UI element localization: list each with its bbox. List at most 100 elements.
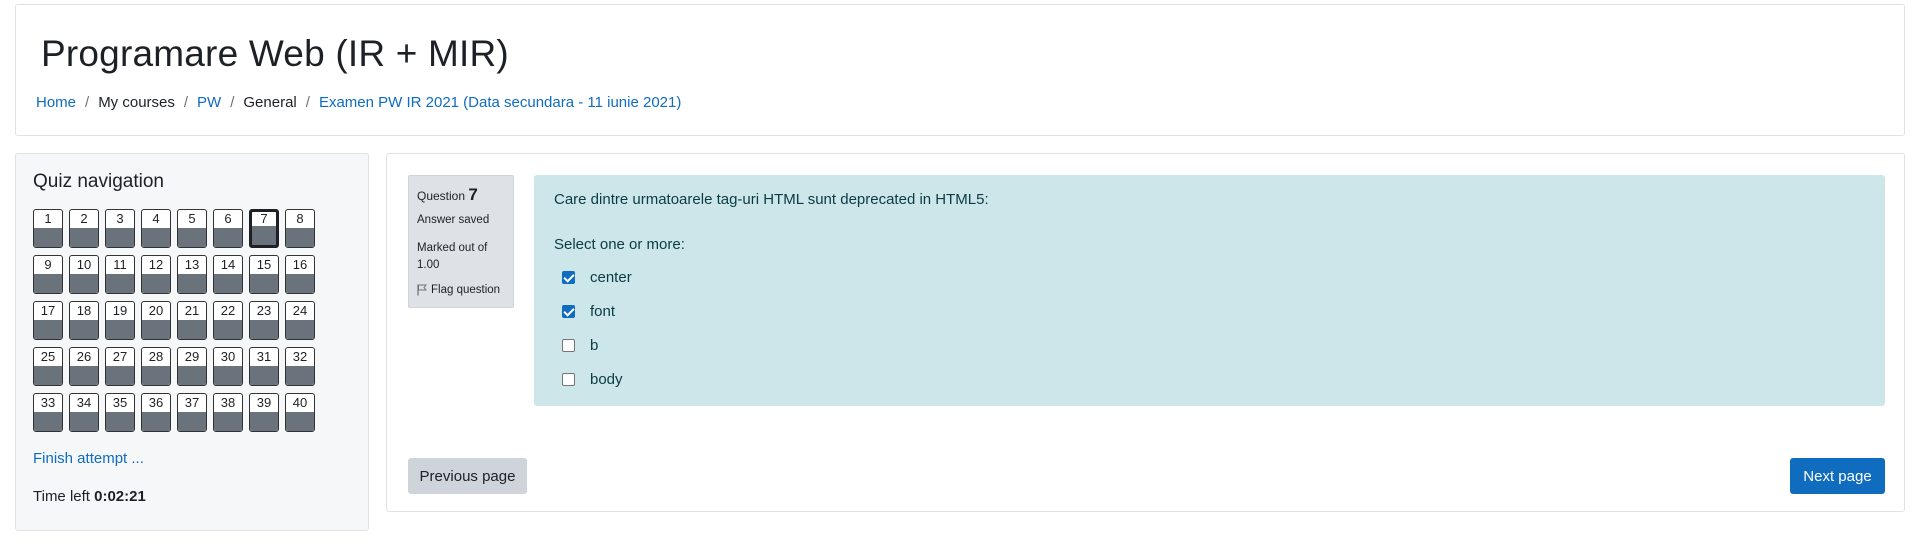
answered-indicator	[214, 412, 242, 431]
quiz-nav-number: 22	[220, 303, 236, 318]
time-left-label: Time left	[33, 488, 90, 505]
quiz-nav-button-32[interactable]: 32	[285, 347, 315, 386]
quiz-nav-number: 29	[184, 349, 200, 364]
quiz-nav-button-22[interactable]: 22	[213, 301, 243, 340]
quiz-nav-button-23[interactable]: 23	[249, 301, 279, 340]
quiz-nav-button-13[interactable]: 13	[177, 255, 207, 294]
quiz-nav-button-27[interactable]: 27	[105, 347, 135, 386]
quiz-nav-number: 15	[256, 257, 272, 272]
quiz-nav-button-10[interactable]: 10	[69, 255, 99, 294]
quiz-nav-button-4[interactable]: 4	[141, 209, 171, 248]
finish-attempt-link[interactable]: Finish attempt ...	[33, 450, 144, 467]
quiz-nav-button-39[interactable]: 39	[249, 393, 279, 432]
quiz-nav-button-16[interactable]: 16	[285, 255, 315, 294]
answer-checkbox[interactable]	[562, 304, 575, 318]
breadcrumb-separator: /	[305, 94, 310, 111]
quiz-nav-button-20[interactable]: 20	[141, 301, 171, 340]
answer-checkbox[interactable]	[562, 270, 575, 284]
quiz-nav-number: 18	[76, 303, 92, 318]
question-region: Question 7 Answer saved Marked out of 1.…	[386, 153, 1905, 512]
quiz-nav-number: 40	[292, 395, 308, 410]
answer-checkbox[interactable]	[562, 338, 575, 352]
answer-label: center	[590, 268, 632, 286]
answered-indicator	[34, 274, 62, 293]
answer-option[interactable]: b	[562, 328, 632, 362]
flag-question-button[interactable]: Flag question	[417, 284, 505, 296]
quiz-nav-button-2[interactable]: 2	[69, 209, 99, 248]
quiz-nav-button-34[interactable]: 34	[69, 393, 99, 432]
quiz-nav-button-12[interactable]: 12	[141, 255, 171, 294]
breadcrumb-home[interactable]: Home	[36, 94, 76, 111]
quiz-nav-button-18[interactable]: 18	[69, 301, 99, 340]
answered-indicator	[214, 274, 242, 293]
quiz-nav-number: 37	[184, 395, 200, 410]
quiz-nav-number: 3	[116, 211, 124, 226]
answered-indicator	[286, 228, 314, 247]
quiz-nav-button-37[interactable]: 37	[177, 393, 207, 432]
answered-indicator	[70, 412, 98, 431]
quiz-nav-number: 36	[148, 395, 164, 410]
quiz-nav-number: 13	[184, 257, 200, 272]
answered-indicator	[250, 320, 278, 339]
quiz-nav-button-14[interactable]: 14	[213, 255, 243, 294]
flag-icon	[417, 284, 427, 296]
quiz-nav-button-29[interactable]: 29	[177, 347, 207, 386]
question-number-value: 7	[468, 185, 478, 204]
answer-option[interactable]: body	[562, 362, 632, 396]
quiz-nav-button-40[interactable]: 40	[285, 393, 315, 432]
quiz-nav-button-35[interactable]: 35	[105, 393, 135, 432]
time-left-value: 0:02:21	[94, 488, 146, 505]
quiz-nav-button-11[interactable]: 11	[105, 255, 135, 294]
answered-indicator	[70, 228, 98, 247]
quiz-nav-number: 5	[188, 211, 196, 226]
quiz-nav-button-28[interactable]: 28	[141, 347, 171, 386]
quiz-nav-button-36[interactable]: 36	[141, 393, 171, 432]
breadcrumb-quiz[interactable]: Examen PW IR 2021 (Data secundara - 11 i…	[319, 94, 681, 111]
quiz-nav-number: 7	[260, 211, 268, 226]
quiz-nav-button-21[interactable]: 21	[177, 301, 207, 340]
question-state: Answer saved	[417, 214, 490, 226]
quiz-nav-button-3[interactable]: 3	[105, 209, 135, 248]
quiz-nav-number: 6	[224, 211, 232, 226]
breadcrumb-course[interactable]: PW	[197, 94, 221, 111]
quiz-nav-button-31[interactable]: 31	[249, 347, 279, 386]
next-page-button[interactable]: Next page	[1790, 458, 1885, 494]
quiz-nav-number: 24	[292, 303, 308, 318]
quiz-nav-button-25[interactable]: 25	[33, 347, 63, 386]
answered-indicator	[142, 320, 170, 339]
answered-indicator	[178, 228, 206, 247]
quiz-nav-button-17[interactable]: 17	[33, 301, 63, 340]
quiz-nav-button-19[interactable]: 19	[105, 301, 135, 340]
quiz-nav-number: 10	[76, 257, 92, 272]
quiz-nav-button-24[interactable]: 24	[285, 301, 315, 340]
quiz-nav-button-15[interactable]: 15	[249, 255, 279, 294]
quiz-nav-button-30[interactable]: 30	[213, 347, 243, 386]
quiz-nav-button-33[interactable]: 33	[33, 393, 63, 432]
quiz-nav-button-6[interactable]: 6	[213, 209, 243, 248]
quiz-nav-button-38[interactable]: 38	[213, 393, 243, 432]
answered-indicator	[70, 366, 98, 385]
quiz-nav-button-8[interactable]: 8	[285, 209, 315, 248]
answered-indicator	[70, 320, 98, 339]
quiz-nav-number: 19	[112, 303, 128, 318]
answered-indicator	[214, 366, 242, 385]
quiz-nav-button-1[interactable]: 1	[33, 209, 63, 248]
answered-indicator	[250, 412, 278, 431]
quiz-nav-button-9[interactable]: 9	[33, 255, 63, 294]
timer: Time left 0:02:21	[33, 488, 146, 505]
question-grade: Marked out of 1.00	[417, 242, 488, 271]
breadcrumb-section: General	[243, 94, 297, 111]
quiz-nav-button-7[interactable]: 7	[249, 209, 279, 248]
quiz-nav-button-26[interactable]: 26	[69, 347, 99, 386]
answer-option[interactable]: font	[562, 294, 632, 328]
answered-indicator	[34, 412, 62, 431]
answered-indicator	[250, 274, 278, 293]
answer-label: font	[590, 302, 616, 320]
previous-page-button[interactable]: Previous page	[408, 458, 527, 494]
quiz-nav-number: 28	[148, 349, 164, 364]
answered-indicator	[252, 226, 276, 245]
quiz-nav-button-5[interactable]: 5	[177, 209, 207, 248]
answer-option[interactable]: center	[562, 260, 632, 294]
answered-indicator	[178, 320, 206, 339]
answer-checkbox[interactable]	[562, 372, 575, 386]
